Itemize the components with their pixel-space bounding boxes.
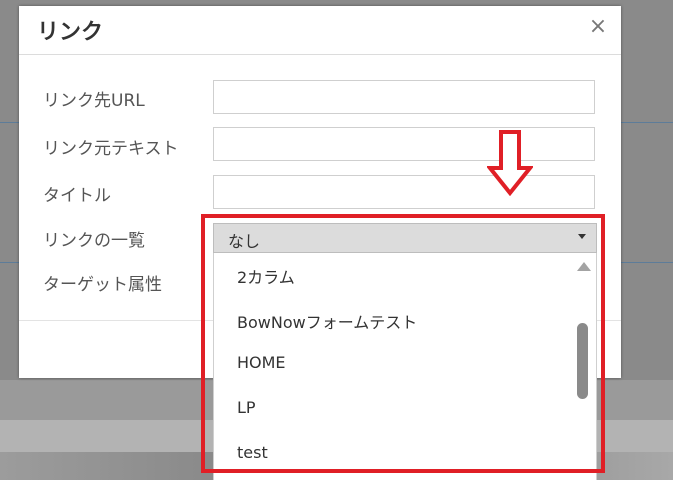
- dialog-header: リンク ×: [19, 6, 621, 55]
- title-label: タイトル: [43, 186, 111, 206]
- close-button[interactable]: ×: [587, 16, 609, 38]
- link-text-input[interactable]: [213, 127, 595, 161]
- highlight-box: [201, 214, 605, 473]
- link-url-input[interactable]: [213, 80, 595, 114]
- title-input[interactable]: [213, 175, 595, 209]
- link-list-label: リンクの一覧: [43, 231, 145, 251]
- target-attribute-label: ターゲット属性: [43, 275, 162, 295]
- link-url-label: リンク先URL: [43, 91, 145, 111]
- link-text-label: リンク元テキスト: [43, 139, 179, 159]
- dialog-title: リンク: [37, 20, 104, 45]
- down-arrow-icon: [487, 130, 533, 196]
